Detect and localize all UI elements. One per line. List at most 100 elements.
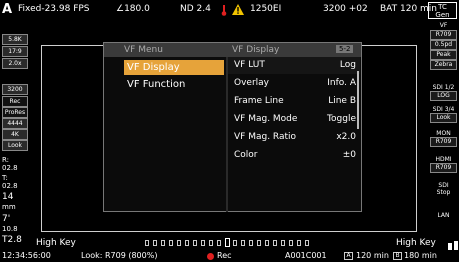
menu-header: VF Menu VF Display 5-2: [104, 43, 361, 57]
menu-item-vf-display[interactable]: VF Display: [124, 60, 224, 75]
meter-tick: [201, 240, 205, 246]
recording-resolution: 4K: [2, 129, 28, 140]
menu-item-list: VF Display VF Function: [104, 57, 226, 212]
setting-value: x2.0: [336, 132, 356, 142]
setting-value: Line B: [328, 96, 356, 106]
setting-row[interactable]: Overlay Info. A: [228, 75, 360, 92]
meter-tick: [289, 240, 293, 246]
focus-distance: 7': [2, 214, 11, 224]
meter-tick: [233, 240, 237, 246]
camera-mode: A: [2, 2, 13, 17]
vf-label: VF: [439, 22, 448, 29]
meter-tick: [145, 240, 149, 246]
sdi34-label: SDI 3/4: [432, 106, 455, 113]
aspect-ratio: 17:9: [2, 46, 28, 57]
shutter-angle: ∠180.0: [116, 4, 150, 14]
iris-value: T2.8: [2, 235, 22, 245]
meter-tick: [241, 240, 245, 246]
rec-indicator-icon: [207, 253, 214, 260]
anamorphic-squeeze: 2.0x: [2, 58, 28, 69]
meter-tick: [185, 240, 189, 246]
vf-look: R709: [430, 30, 457, 40]
setting-row[interactable]: VF Mag. Ratio x2.0: [228, 129, 360, 146]
sensor-resolution: 5.8K: [2, 34, 28, 45]
mon-label: MON: [436, 130, 451, 137]
left-info-column: 5.8K 17:9 2.0x 3200 Rec ProRes 4444 4K L…: [0, 22, 30, 247]
meter-tick: [177, 240, 181, 246]
media-a-remaining: 120 min: [356, 251, 389, 260]
vf-menu-panel: VF Menu VF Display 5-2 VF Display VF Fun…: [103, 42, 362, 212]
timecode: 12:34:56:00: [2, 251, 51, 260]
setting-value: Toggle: [327, 114, 356, 124]
focus-distance-inches: 10.8: [2, 225, 18, 233]
high-key-label-left: High Key: [36, 238, 76, 248]
setting-row[interactable]: Frame Line Line B: [228, 93, 360, 110]
t-value: 02.8: [2, 182, 18, 190]
clip-name: A001C001: [285, 251, 327, 260]
r-value: 02.8: [2, 164, 18, 172]
meter-tick: [209, 240, 213, 246]
media-b-icon: B: [393, 252, 402, 260]
look-label: Look: [2, 140, 28, 151]
peak-toggle[interactable]: Peak: [430, 50, 457, 60]
meter-tick: [281, 240, 285, 246]
submenu-title: VF Display: [232, 45, 280, 55]
setting-row[interactable]: Color ±0: [228, 147, 360, 164]
top-status-bar: A Fixed-23.98 FPS ∠180.0 ND 2.4 1250EI 3…: [0, 0, 459, 22]
media-a-icon: A: [344, 252, 353, 260]
exposure-meter: [145, 238, 313, 247]
color-temperature: 3200: [2, 84, 28, 95]
menu-title: VF Menu: [124, 45, 163, 55]
setting-key: VF Mag. Ratio: [234, 132, 297, 142]
setting-row[interactable]: VF Mag. Mode Toggle: [228, 111, 360, 128]
meter-tick: [297, 240, 301, 246]
setting-key: Color: [234, 150, 258, 160]
rec-status: Rec: [217, 251, 232, 260]
codec-number: 4444: [2, 118, 28, 129]
sdi-status: Stop: [436, 189, 451, 196]
t-label: T:: [2, 174, 8, 182]
high-key-label-right: High Key: [396, 238, 436, 248]
settings-list: VF LUT Log Overlay Info. A Frame Line Li…: [228, 57, 360, 212]
meter-tick: [249, 240, 253, 246]
setting-value: Info. A: [327, 78, 356, 88]
bottom-status-bar: 12:34:56:00 Look: R709 (800%) Rec A001C0…: [0, 250, 459, 262]
timecode-gen-badge: TC Gen: [428, 2, 457, 19]
rec-label: Rec: [2, 96, 28, 107]
meter-tick: [161, 240, 165, 246]
menu-item-vf-function[interactable]: VF Function: [124, 77, 224, 92]
focal-unit: mm: [2, 203, 16, 211]
sdi-label: SDI: [438, 182, 449, 189]
meter-tick: [193, 240, 197, 246]
white-balance: 3200 +02: [323, 4, 368, 14]
setting-key: VF Mag. Mode: [234, 114, 298, 124]
setting-key: VF LUT: [234, 60, 265, 70]
sdi12-label: SDI 1/2: [432, 84, 455, 91]
exposure-index: 1250EI: [250, 4, 282, 14]
meter-tick: [265, 240, 269, 246]
codec-label: ProRes: [2, 107, 28, 118]
mon-value: R709: [430, 137, 457, 147]
setting-value: ±0: [342, 150, 356, 160]
menu-scrollbar[interactable]: [357, 71, 359, 129]
page-indicator: 5-2: [336, 45, 354, 53]
nd-filter: ND 2.4: [180, 4, 211, 14]
vf-gain: 0.5pd: [430, 40, 457, 50]
meter-tick: [273, 240, 277, 246]
meter-tick: [305, 240, 309, 246]
meter-tick: [257, 240, 261, 246]
setting-key: Overlay: [234, 78, 269, 88]
zebra-toggle[interactable]: Zebra: [430, 60, 457, 70]
meter-tick: [225, 238, 230, 247]
meter-tick: [217, 240, 221, 246]
hdmi-value: R709: [430, 163, 457, 173]
hdmi-label: HDMI: [435, 156, 452, 163]
temperature-warning-icon: [221, 5, 227, 16]
warning-icon: [232, 4, 244, 15]
r-label: R:: [2, 156, 10, 164]
setting-row[interactable]: VF LUT Log: [228, 57, 360, 74]
sdi12-value: LOG: [430, 91, 457, 101]
lan-label: LAN: [437, 212, 450, 219]
frame-rate: Fixed-23.98 FPS: [18, 4, 90, 14]
meter-tick: [169, 240, 173, 246]
